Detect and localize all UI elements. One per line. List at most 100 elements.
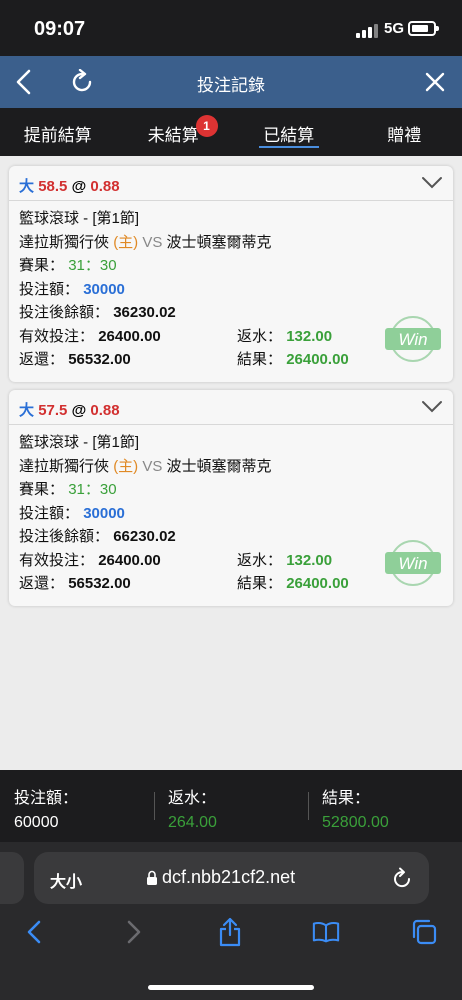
lock-icon (147, 870, 157, 885)
bet-odds: 0.88 (90, 178, 120, 195)
back-arrow-icon (27, 920, 41, 944)
bet-list: 大 58.5 @ 0.88 籃球滾球 - [第1節] 達拉斯獨行俠 (主) VS… (0, 156, 462, 770)
win-stamp-icon: Win (385, 316, 441, 362)
tab-label: 未結算 (147, 126, 199, 145)
tab-settled[interactable]: 已結算 (231, 108, 347, 156)
rebate-label: 返水： (237, 327, 283, 345)
bookmarks-icon (312, 922, 340, 943)
league-line: 籃球滾球 - [第1節] (19, 210, 140, 227)
win-stamp-icon: Win (385, 540, 441, 586)
balance-label: 投注後餘額： (19, 304, 110, 321)
balance-value: 66230.02 (113, 528, 176, 545)
bet-odds: 0.88 (90, 402, 120, 419)
summary-result-label: 結果： (322, 790, 371, 807)
unsettled-count-badge: 1 (195, 115, 218, 137)
match-line: 達拉斯獨行俠 (主) VS 波士頓塞爾蒂克 (19, 231, 443, 255)
rebate-label: 返水： (237, 551, 283, 569)
valid-rebate-line: 有效投注： 26400.00 返水： 132.00 (19, 549, 443, 573)
bet-card-body: 籃球滾球 - [第1節] 達拉斯獨行俠 (主) VS 波士頓塞爾蒂克 賽果： 3… (9, 201, 453, 378)
home-tag: (主) (113, 233, 139, 251)
tabs-icon (412, 919, 437, 945)
result-label: 結果： (237, 351, 283, 368)
stake-value: 30000 (83, 504, 125, 522)
tab-gifts[interactable]: 贈禮 (347, 108, 462, 156)
balance-label: 投注後餘額： (19, 528, 110, 545)
network-type: 5G (384, 20, 405, 37)
stake-line: 投注額： 30000 (19, 502, 443, 526)
balance-value: 36230.02 (113, 304, 176, 321)
return-label: 返還： (19, 575, 65, 592)
tab-bar: 提前結算 未結算 1 已結算 贈禮 (0, 108, 462, 156)
signal-icon (356, 24, 378, 38)
win-stamp-text: Win (398, 330, 427, 349)
result-value: 26400.00 (286, 575, 349, 592)
share-icon (219, 917, 241, 947)
summary-divider (308, 792, 309, 820)
close-button[interactable] (419, 66, 451, 98)
summary-stake-label: 投注額： (14, 790, 79, 807)
status-time: 09:07 (34, 18, 86, 40)
stake-label: 投注額： (19, 280, 80, 298)
browser-back-button[interactable] (20, 918, 48, 946)
summary-rebate-label: 返水： (168, 790, 217, 807)
bet-line: 58.5 (38, 178, 68, 195)
previous-tab-pill[interactable] (0, 852, 24, 904)
browser-chrome: 大小 dcf.nbb21cf2.net (0, 842, 462, 1000)
result-value: 26400.00 (286, 351, 349, 368)
summary-result-value: 52800.00 (322, 814, 389, 831)
league-line: 籃球滾球 - [第1節] (19, 434, 140, 451)
app-header: 投注記錄 (0, 56, 462, 108)
balance-line: 投注後餘額： 36230.02 (19, 301, 443, 325)
bet-card-header[interactable]: 大 58.5 @ 0.88 (9, 166, 453, 201)
stake-label: 投注額： (19, 504, 80, 522)
summary-bar: 投注額： 60000 返水： 264.00 結果： 52800.00 (0, 770, 462, 842)
score-label: 賽果： (19, 257, 65, 274)
bet-type: 大 (19, 402, 35, 419)
address-bar[interactable]: 大小 dcf.nbb21cf2.net (34, 852, 429, 904)
tabs-button[interactable] (410, 918, 438, 946)
stake-value: 30000 (83, 280, 125, 298)
away-team: 波士頓塞爾蒂克 (166, 457, 272, 475)
home-tag: (主) (113, 457, 139, 475)
summary-stake: 投注額： 60000 (14, 788, 78, 834)
valid-label: 有效投注： (19, 327, 95, 345)
bet-line: 57.5 (38, 402, 68, 419)
summary-divider (154, 792, 155, 820)
tab-label: 提前結算 (23, 126, 92, 145)
tab-early-settlement[interactable]: 提前結算 (0, 108, 116, 156)
share-button[interactable] (216, 917, 244, 947)
valid-value: 26400.00 (98, 327, 161, 345)
tab-unsettled[interactable]: 未結算 1 (116, 108, 232, 156)
home-team: 達拉斯獨行俠 (19, 233, 110, 251)
bet-card-header[interactable]: 大 57.5 @ 0.88 (9, 390, 453, 425)
forward-arrow-icon (127, 920, 141, 944)
browser-forward-button[interactable] (120, 918, 148, 946)
url-text[interactable]: dcf.nbb21cf2.net (162, 867, 295, 888)
away-team: 波士頓塞爾蒂克 (166, 233, 272, 251)
bet-type: 大 (19, 178, 35, 195)
score-value: 31：30 (68, 257, 117, 274)
stake-line: 投注額： 30000 (19, 278, 443, 302)
page-title: 投注記錄 (197, 76, 265, 95)
match-line: 達拉斯獨行俠 (主) VS 波士頓塞爾蒂克 (19, 455, 443, 479)
return-result-line: 返還： 56532.00 結果： 26400.00 (19, 572, 443, 596)
bet-card[interactable]: 大 57.5 @ 0.88 籃球滾球 - [第1節] 達拉斯獨行俠 (主) VS… (9, 390, 453, 606)
score-line: 賽果： 31：30 (19, 478, 443, 502)
chevron-down-icon[interactable] (421, 176, 443, 190)
text-size-button[interactable]: 大小 (50, 868, 82, 892)
bet-card[interactable]: 大 58.5 @ 0.88 籃球滾球 - [第1節] 達拉斯獨行俠 (主) VS… (9, 166, 453, 382)
summary-rebate: 返水： 264.00 (168, 788, 217, 834)
score-line: 賽果： 31：30 (19, 254, 443, 278)
chevron-down-icon[interactable] (421, 400, 443, 414)
return-result-line: 返還： 56532.00 結果： 26400.00 (19, 348, 443, 372)
bookmarks-button[interactable] (312, 918, 340, 946)
home-indicator (148, 985, 314, 990)
score-label: 賽果： (19, 481, 65, 498)
return-value: 56532.00 (68, 575, 131, 592)
tab-label: 已結算 (263, 126, 315, 145)
rebate-value: 132.00 (286, 551, 333, 569)
win-stamp-text: Win (398, 554, 427, 573)
reload-icon[interactable] (391, 866, 413, 890)
tab-label: 贈禮 (387, 126, 422, 145)
at-sign: @ (71, 402, 87, 419)
